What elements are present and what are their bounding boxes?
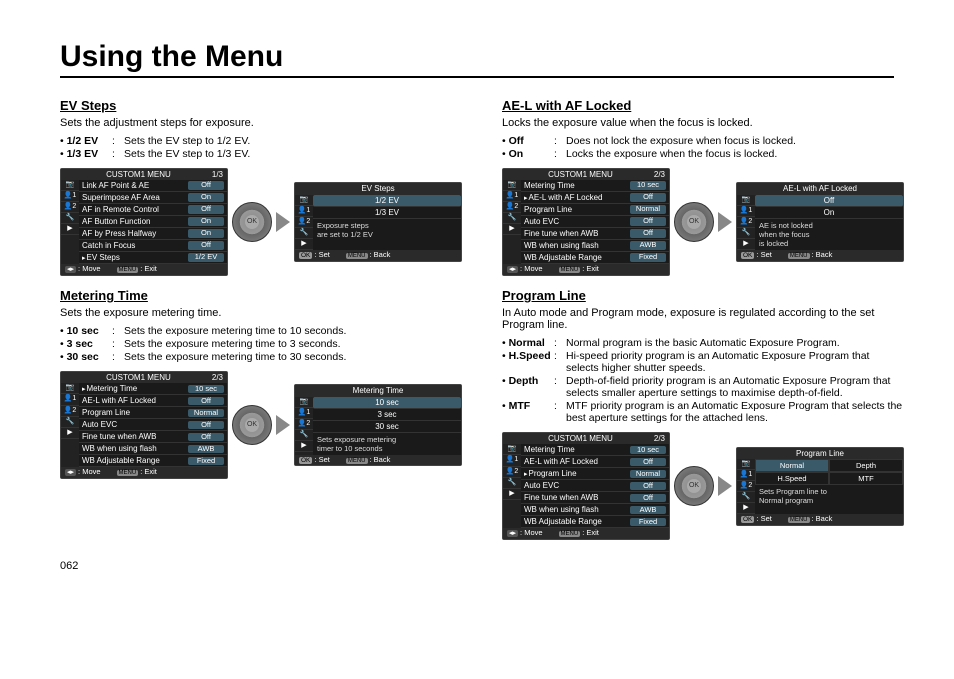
ael-bullets: Off:Does not lock the exposure when focu…	[502, 135, 904, 160]
arrow-icon	[276, 415, 290, 435]
ev-steps-heading: EV Steps	[60, 98, 462, 113]
bullet-item: MTF:MTF priority program is an Automatic…	[502, 400, 904, 424]
bullet-item: 3 sec:Sets the exposure metering time to…	[60, 338, 462, 350]
program-desc: In Auto mode and Program mode, exposure …	[502, 307, 904, 331]
left-column: EV Steps Sets the adjustment steps for e…	[60, 92, 462, 552]
metering-sub-screen: Metering Time 📷👤1👤2🔧▶10 sec3 sec30 secSe…	[294, 384, 462, 466]
bullet-item: Normal:Normal program is the basic Autom…	[502, 337, 904, 349]
right-column: AE-L with AF Locked Locks the exposure v…	[502, 92, 904, 552]
dial-icon	[674, 202, 714, 242]
bullet-item: 10 sec:Sets the exposure metering time t…	[60, 325, 462, 337]
metering-menu-screen: CUSTOM1 MENU2/3 📷👤1👤2🔧▶Metering Time10 s…	[60, 371, 228, 479]
program-heading: Program Line	[502, 288, 904, 303]
metering-heading: Metering Time	[60, 288, 462, 303]
ael-menu-screen: CUSTOM1 MENU2/3 📷👤1👤2🔧▶Metering Time10 s…	[502, 168, 670, 276]
dial-icon	[232, 202, 272, 242]
program-sub-screen: Program Line 📷👤1👤2🔧▶NormalDepthH.SpeedMT…	[736, 447, 904, 526]
ev-sub-screen: EV Steps 📷👤1👤2🔧▶1/2 EV1/3 EVExposure ste…	[294, 182, 462, 261]
program-menu-screen: CUSTOM1 MENU2/3 📷👤1👤2🔧▶Metering Time10 s…	[502, 432, 670, 540]
bullet-item: Off:Does not lock the exposure when focu…	[502, 135, 904, 147]
program-bullets: Normal:Normal program is the basic Autom…	[502, 337, 904, 424]
ev-steps-bullets: 1/2 EV:Sets the EV step to 1/2 EV.1/3 EV…	[60, 135, 462, 160]
ael-heading: AE-L with AF Locked	[502, 98, 904, 113]
dial-icon	[232, 405, 272, 445]
arrow-icon	[718, 212, 732, 232]
ev-menu-screen: CUSTOM1 MENU1/3 📷👤1👤2🔧▶Link AF Point & A…	[60, 168, 228, 276]
page-number: 062	[60, 560, 894, 572]
bullet-item: 30 sec:Sets the exposure metering time t…	[60, 351, 462, 363]
ael-sub-screen: AE-L with AF Locked 📷👤1👤2🔧▶OffOnAE is no…	[736, 182, 904, 261]
bullet-item: 1/2 EV:Sets the EV step to 1/2 EV.	[60, 135, 462, 147]
ael-desc: Locks the exposure value when the focus …	[502, 117, 904, 129]
bullet-item: H.Speed:Hi-speed priority program is an …	[502, 350, 904, 374]
metering-desc: Sets the exposure metering time.	[60, 307, 462, 319]
metering-bullets: 10 sec:Sets the exposure metering time t…	[60, 325, 462, 363]
arrow-icon	[718, 476, 732, 496]
dial-icon	[674, 466, 714, 506]
page-title: Using the Menu	[60, 40, 894, 78]
bullet-item: On:Locks the exposure when the focus is …	[502, 148, 904, 160]
ev-steps-desc: Sets the adjustment steps for exposure.	[60, 117, 462, 129]
bullet-item: Depth:Depth-of-field priority program is…	[502, 375, 904, 399]
bullet-item: 1/3 EV:Sets the EV step to 1/3 EV.	[60, 148, 462, 160]
arrow-icon	[276, 212, 290, 232]
